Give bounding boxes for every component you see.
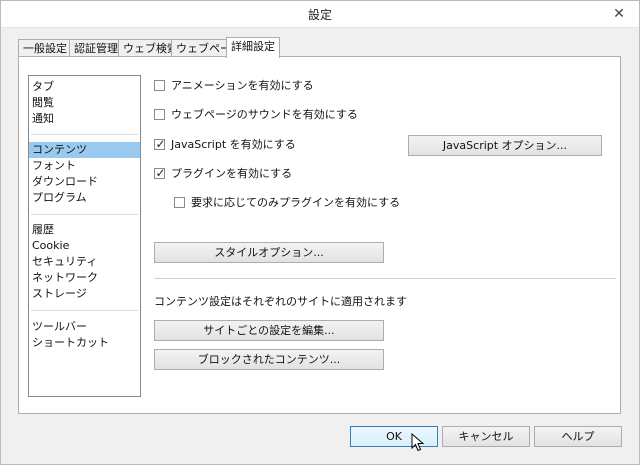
list-item-fonts[interactable]: フォント xyxy=(29,158,140,174)
help-button[interactable]: ヘルプ xyxy=(534,426,622,447)
list-separator xyxy=(31,134,138,135)
edit-site-settings-button[interactable]: サイトごとの設定を編集... xyxy=(154,320,384,341)
tab-advanced[interactable]: 詳細設定 xyxy=(226,37,280,58)
tab-panel-advanced: タブ 閲覧 通知 コンテンツ フォント ダウンロード プログラム 履歴 Cook… xyxy=(18,56,621,414)
close-icon[interactable]: ✕ xyxy=(609,4,629,24)
list-item-security[interactable]: セキュリティ xyxy=(29,254,140,270)
plugins-label: プラグインを有効にする xyxy=(171,167,293,180)
list-item-tabs[interactable]: タブ xyxy=(29,79,140,95)
sound-checkbox[interactable]: ✓ xyxy=(154,109,165,120)
animation-label: アニメーションを有効にする xyxy=(171,79,314,92)
plugins-on-demand-checkbox[interactable]: ✓ xyxy=(174,197,185,208)
tab-web-search[interactable]: ウェブ検索 xyxy=(118,39,178,57)
divider xyxy=(154,278,616,279)
list-item-shortcuts[interactable]: ショートカット xyxy=(29,335,140,351)
list-item-toolbar[interactable]: ツールバー xyxy=(29,319,140,335)
check-icon: ✓ xyxy=(155,166,166,180)
javascript-label: JavaScript を有効にする xyxy=(171,138,296,151)
settings-dialog: 設定 ✕ 一般設定 認証管理 ウェブ検索 ウェブページ 詳細設定 タブ 閲覧 通… xyxy=(0,0,640,465)
list-separator xyxy=(31,214,138,215)
list-separator xyxy=(31,310,138,311)
list-item-content[interactable]: コンテンツ xyxy=(29,142,140,158)
style-options-button[interactable]: スタイルオプション... xyxy=(154,242,384,263)
window-title: 設定 xyxy=(307,8,332,22)
list-item-downloads[interactable]: ダウンロード xyxy=(29,174,140,190)
check-icon: ✓ xyxy=(155,137,166,151)
list-item-storage[interactable]: ストレージ xyxy=(29,286,140,302)
cancel-button[interactable]: キャンセル xyxy=(442,426,530,447)
javascript-checkbox[interactable]: ✓ xyxy=(154,137,166,151)
list-item-programs[interactable]: プログラム xyxy=(29,190,140,206)
category-list[interactable]: タブ 閲覧 通知 コンテンツ フォント ダウンロード プログラム 履歴 Cook… xyxy=(28,75,141,397)
plugins-on-demand-label: 要求に応じてのみプラグインを有効にする xyxy=(191,196,401,209)
mouse-cursor-icon xyxy=(411,433,425,452)
list-item-network[interactable]: ネットワーク xyxy=(29,270,140,286)
list-item-browsing[interactable]: 閲覧 xyxy=(29,95,140,111)
blocked-content-button[interactable]: ブロックされたコンテンツ... xyxy=(154,349,384,370)
animation-checkbox[interactable]: ✓ xyxy=(154,80,165,91)
list-item-notifications[interactable]: 通知 xyxy=(29,111,140,127)
tab-web-page[interactable]: ウェブページ xyxy=(171,39,242,57)
javascript-options-button[interactable]: JavaScript オプション... xyxy=(408,135,602,156)
sound-label: ウェブページのサウンドを有効にする xyxy=(171,108,358,121)
tab-general[interactable]: 一般設定 xyxy=(18,39,70,57)
list-item-history[interactable]: 履歴 xyxy=(29,222,140,238)
plugins-checkbox[interactable]: ✓ xyxy=(154,166,166,180)
list-item-cookie[interactable]: Cookie xyxy=(29,238,140,254)
tab-auth[interactable]: 認証管理 xyxy=(69,39,119,57)
title-bar: 設定 ✕ xyxy=(1,1,639,28)
site-settings-note: コンテンツ設定はそれぞれのサイトに適用されます xyxy=(154,295,407,308)
